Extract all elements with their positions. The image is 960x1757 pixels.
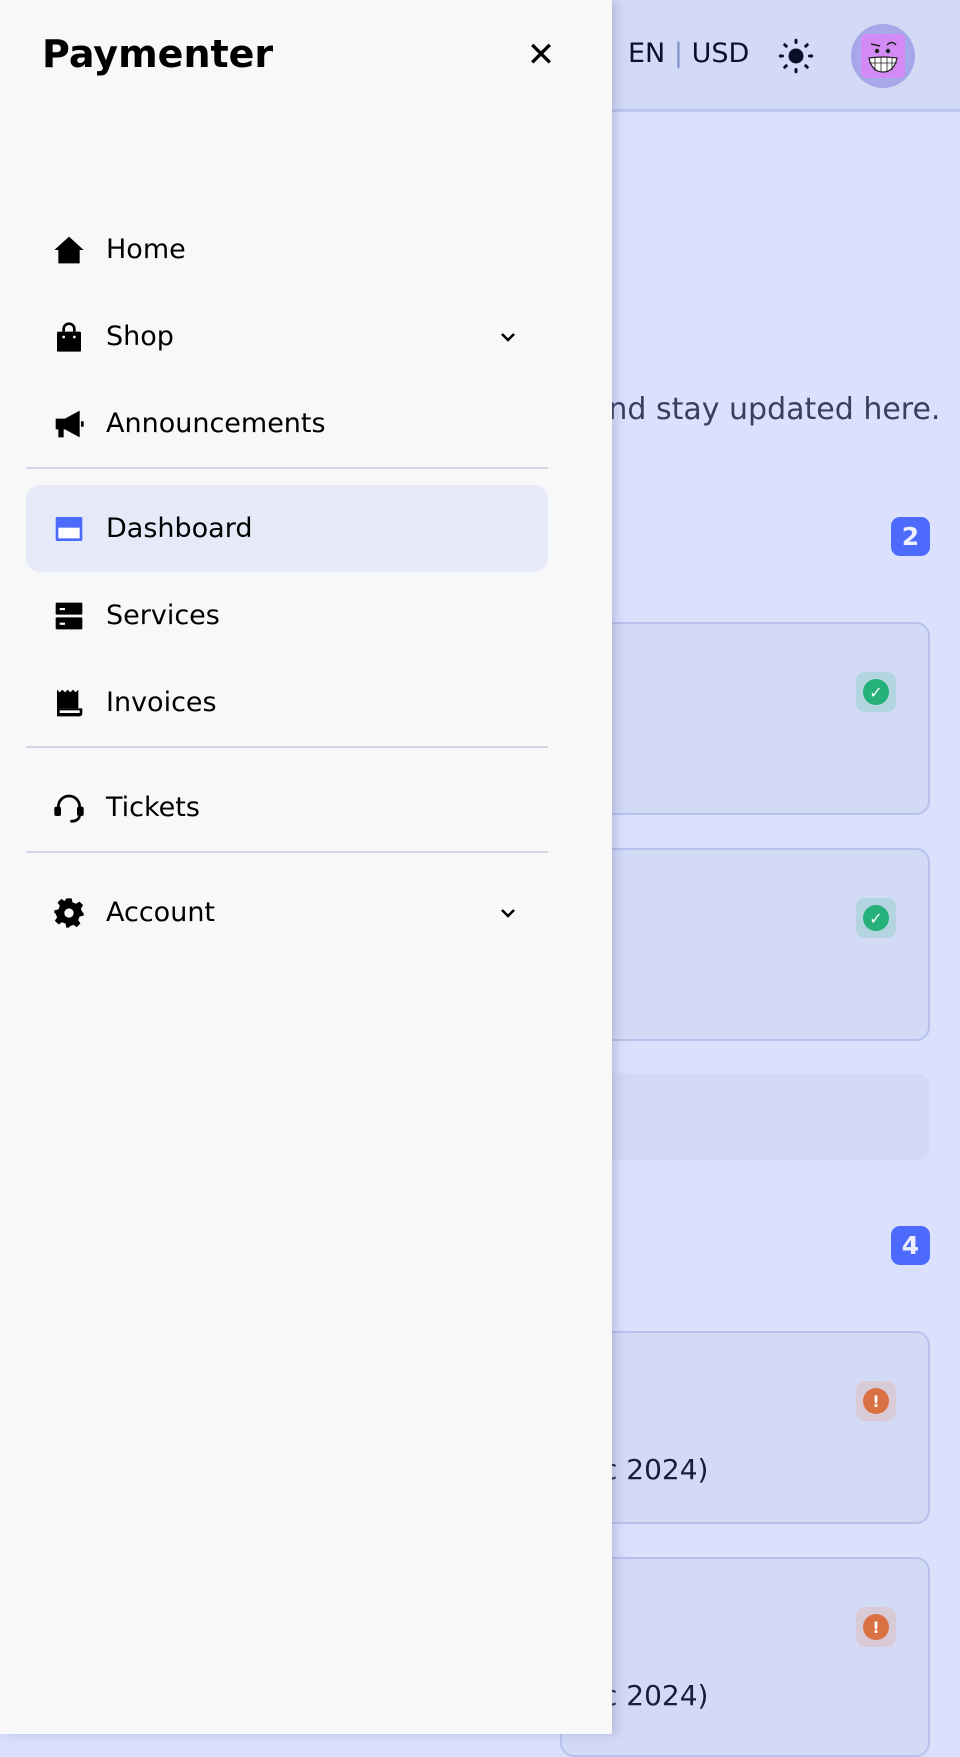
invoices-count-badge: 4 <box>891 1226 930 1265</box>
sidebar-item-label: Announcements <box>106 408 326 439</box>
server-icon <box>55 602 83 629</box>
invoice-date: c 2024) <box>602 1453 709 1486</box>
currency-label: USD <box>691 38 750 69</box>
sidebar-item-label: Shop <box>106 321 174 352</box>
chevron-down-icon[interactable] <box>496 325 520 349</box>
grinning-face-avatar <box>861 34 905 78</box>
sidebar-item-services[interactable]: Services <box>26 572 548 659</box>
sidebar-item-account[interactable]: Account <box>26 869 548 956</box>
divider <box>26 746 548 748</box>
service-card[interactable]: ✓ <box>560 848 930 1041</box>
invoice-card[interactable]: ! c 2024) <box>560 1331 930 1524</box>
headset-icon <box>54 794 84 823</box>
megaphone-icon <box>55 410 84 437</box>
dashboard-icon <box>55 516 83 541</box>
shopping-bag-icon <box>57 321 81 352</box>
sidebar-item-dashboard[interactable]: Dashboard <box>26 485 548 572</box>
divider <box>26 467 548 469</box>
service-card[interactable]: ✓ <box>560 622 930 815</box>
avatar[interactable] <box>851 24 915 88</box>
invoice-date: c 2024) <box>602 1679 709 1712</box>
sidebar-item-home[interactable]: Home <box>26 206 548 293</box>
chevron-down-icon[interactable] <box>496 901 520 925</box>
services-count-badge: 2 <box>891 517 930 556</box>
exclamation-icon: ! <box>863 1388 889 1414</box>
close-icon[interactable]: ✕ <box>524 38 558 72</box>
app-title: Paymenter <box>42 32 274 76</box>
language-label: EN <box>628 38 666 69</box>
receipt-icon <box>57 689 83 716</box>
intro-text: and stay updated here. <box>590 392 941 427</box>
sidebar-item-label: Invoices <box>106 687 217 718</box>
sidebar-item-shop[interactable]: Shop <box>26 293 548 380</box>
sidebar-item-invoices[interactable]: Invoices <box>26 659 548 746</box>
sidebar-item-announcements[interactable]: Announcements <box>26 380 548 467</box>
invoice-card[interactable]: ! c 2024) <box>560 1557 930 1757</box>
view-all-services-row[interactable] <box>560 1073 930 1160</box>
status-badge: ! <box>856 1381 896 1421</box>
check-icon: ✓ <box>863 679 889 705</box>
language-currency-selector[interactable]: EN | USD <box>628 38 749 69</box>
sidebar-drawer: Paymenter ✕ Home Shop Announcements Dash… <box>0 0 612 1734</box>
sidebar-item-label: Dashboard <box>106 513 253 544</box>
home-icon <box>54 236 84 263</box>
status-badge: ✓ <box>856 672 896 712</box>
exclamation-icon: ! <box>863 1614 889 1640</box>
sidebar-item-label: Tickets <box>106 792 200 823</box>
gear-icon <box>54 897 84 928</box>
divider <box>26 851 548 853</box>
status-badge: ! <box>856 1607 896 1647</box>
sun-icon[interactable] <box>778 38 814 74</box>
check-icon: ✓ <box>863 905 889 931</box>
sidebar-item-label: Home <box>106 234 186 265</box>
sidebar-item-label: Services <box>106 600 220 631</box>
separator: | <box>673 38 683 69</box>
sidebar-item-tickets[interactable]: Tickets <box>26 764 548 851</box>
status-badge: ✓ <box>856 898 896 938</box>
sidebar-item-label: Account <box>106 897 216 928</box>
